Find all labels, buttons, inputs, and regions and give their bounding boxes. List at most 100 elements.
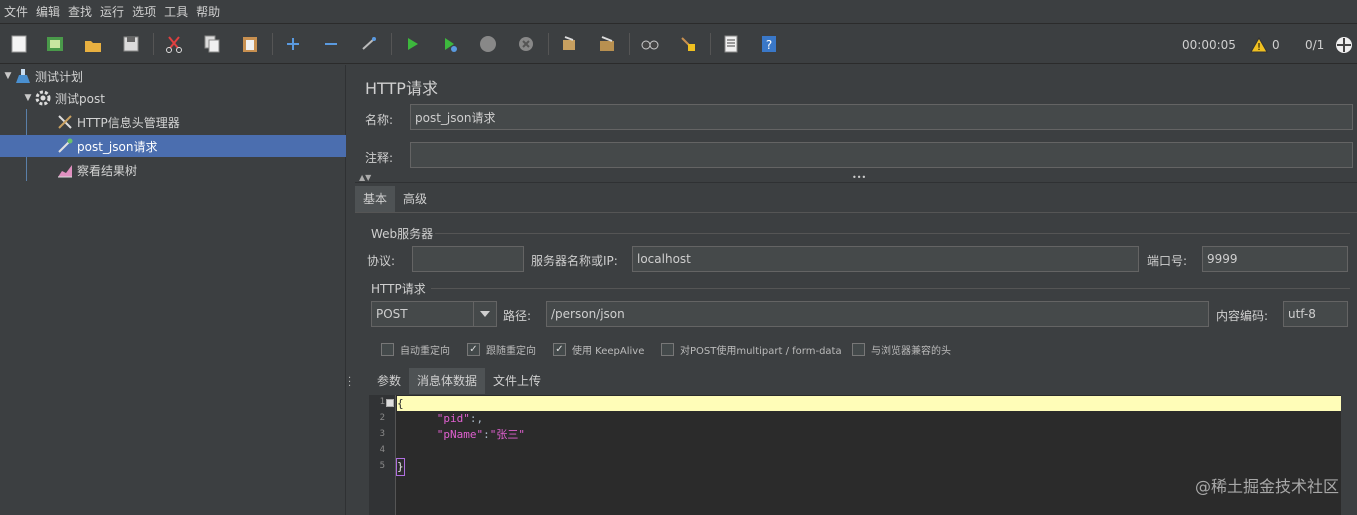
tree-item-post-json-request[interactable]: post_json请求 <box>0 135 346 157</box>
clear-icon[interactable] <box>556 31 582 57</box>
checkbox-multipart[interactable]: 对POST使用multipart / form-data <box>661 342 842 357</box>
watermark: @稀土掘金技术社区 <box>1194 477 1339 496</box>
tree-item-label: 测试计划 <box>35 69 84 84</box>
expand-icon[interactable] <box>280 31 306 57</box>
tab-advanced[interactable]: 高级 <box>395 186 435 212</box>
menu-options[interactable]: 选项 <box>128 0 160 24</box>
line-number-gutter: 1 2 3 4 5 <box>369 395 396 515</box>
toolbar-separator <box>548 33 549 55</box>
menu-help[interactable]: 帮助 <box>192 0 224 24</box>
checkbox-auto-redirect[interactable]: 自动重定向 <box>381 342 450 357</box>
tree-item-results-tree[interactable]: 察看结果树 <box>56 159 346 181</box>
split-pane-divider[interactable]: · · · <box>346 65 354 515</box>
name-field[interactable]: post_json请求 <box>410 104 1353 130</box>
tree-item-label: 察看结果树 <box>77 163 138 178</box>
sampler-pipette-icon <box>56 137 74 155</box>
drag-handle-icon[interactable]: · · · <box>348 374 351 392</box>
comment-label: 注释: <box>365 151 394 165</box>
toggle-icon[interactable] <box>356 31 382 57</box>
menu-search[interactable]: 查找 <box>64 0 96 24</box>
code-line: "pid":, <box>397 411 483 427</box>
tab-basic[interactable]: 基本 <box>355 186 396 212</box>
menu-tools[interactable]: 工具 <box>160 0 192 24</box>
json-value: "张三" <box>489 428 525 441</box>
body-data-editor[interactable]: 1 2 3 4 5 { "pid":, "pName":"张三" } <box>369 395 1341 515</box>
method-select[interactable]: POST <box>371 301 474 327</box>
body-tabs: 参数 消息体数据 文件上传 <box>369 368 549 394</box>
help-icon[interactable]: ? <box>756 31 782 57</box>
tab-file-upload[interactable]: 文件上传 <box>485 368 549 394</box>
gear-icon <box>34 89 52 107</box>
reset-search-icon[interactable] <box>675 31 701 57</box>
search-icon[interactable] <box>637 31 663 57</box>
line-number: 3 <box>379 429 385 439</box>
line-number: 4 <box>379 445 385 455</box>
tree-item-header-manager[interactable]: HTTP信息头管理器 <box>56 111 346 133</box>
chevron-down-icon[interactable] <box>473 301 497 327</box>
checkbox-box[interactable] <box>852 343 865 356</box>
comment-field[interactable] <box>410 142 1353 168</box>
svg-text:?: ? <box>766 38 772 52</box>
encoding-label: 内容编码: <box>1216 309 1269 323</box>
stop-icon[interactable] <box>475 31 501 57</box>
tree-item-test-plan[interactable]: ▼ 测试计划 <box>2 65 346 87</box>
menu-file[interactable]: 文件 <box>0 0 32 24</box>
cut-icon[interactable] <box>161 31 187 57</box>
copy-icon[interactable] <box>199 31 225 57</box>
checkbox-keepalive[interactable]: ✓ 使用 KeepAlive <box>553 342 644 357</box>
svg-text:!: ! <box>1257 42 1261 53</box>
start-no-pause-icon[interactable] <box>437 31 463 57</box>
tabs-underline <box>355 212 1357 213</box>
new-icon[interactable] <box>6 31 32 57</box>
json-sep: : <box>483 428 490 441</box>
shutdown-icon[interactable] <box>513 31 539 57</box>
drag-handle-icon[interactable]: ••• <box>852 173 866 182</box>
section-line <box>435 233 1350 234</box>
test-plan-tree: ▼ 测试计划 ▼ 测试post HTTP信息头管理器 post_json请求 察… <box>0 65 346 515</box>
expand-arrow-icon[interactable]: ▼ <box>2 71 14 81</box>
encoding-field[interactable]: utf-8 <box>1283 301 1348 327</box>
expand-arrow-icon[interactable]: ▼ <box>22 93 34 103</box>
checkbox-label: 与浏览器兼容的头 <box>871 346 951 357</box>
code-line: } <box>396 458 405 476</box>
paste-icon[interactable] <box>237 31 263 57</box>
line-number: 5 <box>379 461 385 471</box>
tree-item-label: HTTP信息头管理器 <box>77 115 180 130</box>
flask-icon <box>14 67 32 85</box>
checkbox-follow-redirects[interactable]: ✓ 跟随重定向 <box>467 342 536 357</box>
checkbox-box[interactable]: ✓ <box>467 343 480 356</box>
checkbox-label: 跟随重定向 <box>486 346 536 357</box>
server-field[interactable]: localhost <box>632 246 1139 272</box>
port-label: 端口号: <box>1147 254 1188 268</box>
tab-body-data[interactable]: 消息体数据 <box>409 368 486 394</box>
templates-icon[interactable] <box>42 31 68 57</box>
checkbox-box[interactable] <box>381 343 394 356</box>
toolbar: ? 00:00:05 ! 0 0/1 <box>0 25 1357 64</box>
warning-counter[interactable]: ! 0 <box>1250 25 1280 64</box>
code-line: "pName":"张三" <box>397 427 525 443</box>
function-helper-icon[interactable] <box>718 31 744 57</box>
clear-all-icon[interactable] <box>594 31 620 57</box>
collapse-arrows-icon[interactable]: ▲▼ <box>359 173 371 182</box>
menu-edit[interactable]: 编辑 <box>32 0 64 24</box>
toolbar-separator <box>153 33 154 55</box>
tab-parameters[interactable]: 参数 <box>369 368 409 394</box>
path-field[interactable]: /person/json <box>546 301 1209 327</box>
listener-graph-icon <box>56 161 74 179</box>
port-field[interactable]: 9999 <box>1202 246 1348 272</box>
tree-item-thread-group[interactable]: ▼ 测试post <box>22 87 346 109</box>
start-icon[interactable] <box>399 31 425 57</box>
open-icon[interactable] <box>80 31 106 57</box>
save-icon[interactable] <box>118 31 144 57</box>
checkbox-box[interactable] <box>661 343 674 356</box>
menu-run[interactable]: 运行 <box>96 0 128 24</box>
checkbox-box[interactable]: ✓ <box>553 343 566 356</box>
protocol-field[interactable] <box>412 246 524 272</box>
name-label: 名称: <box>365 113 394 127</box>
toolbar-separator <box>629 33 630 55</box>
checkbox-browser-headers[interactable]: 与浏览器兼容的头 <box>852 342 951 357</box>
remote-icon[interactable] <box>1334 25 1354 64</box>
fold-icon[interactable] <box>386 399 394 407</box>
code-line: { <box>397 397 404 410</box>
collapse-icon[interactable] <box>318 31 344 57</box>
